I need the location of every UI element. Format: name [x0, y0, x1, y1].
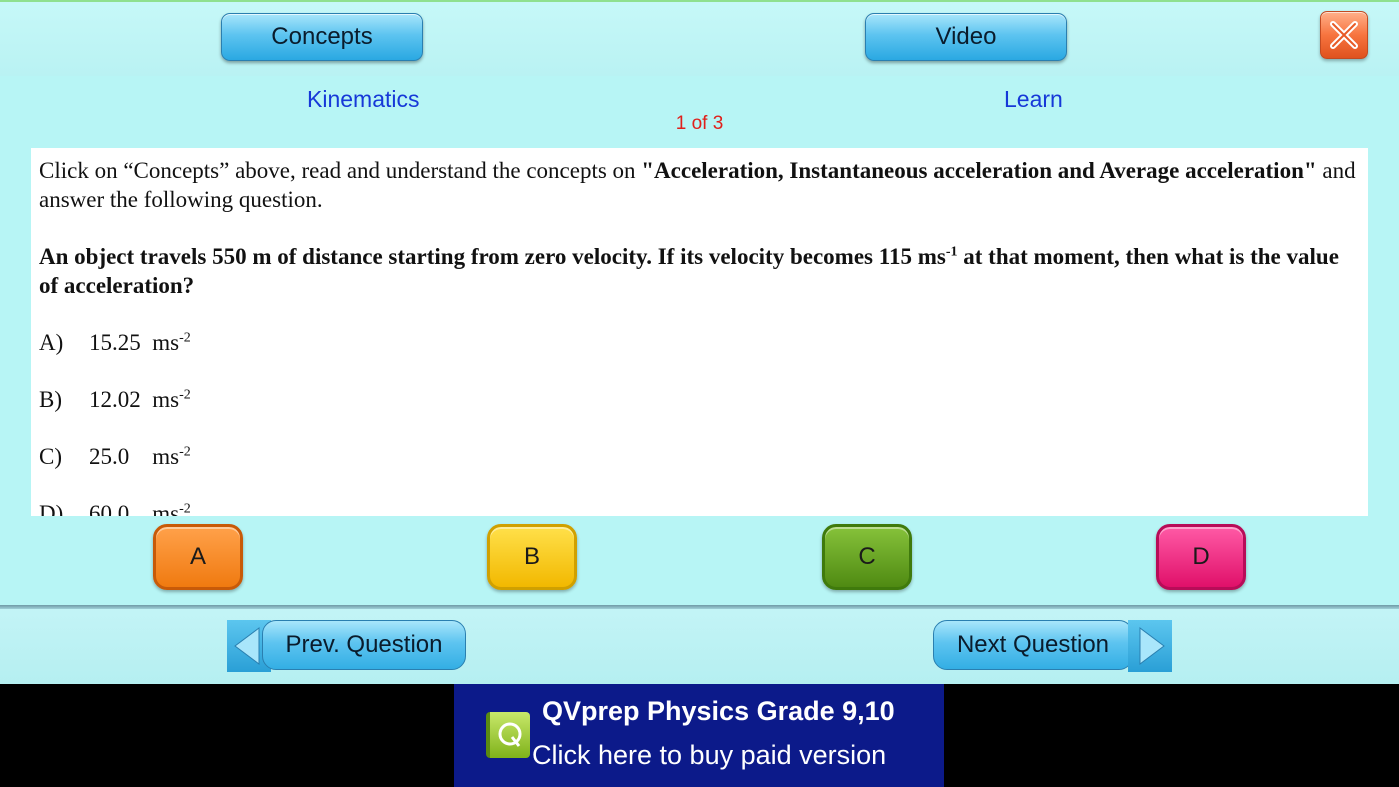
close-button[interactable] — [1320, 11, 1368, 59]
mode-label: Learn — [1004, 86, 1063, 112]
next-question-button[interactable]: Next Question — [933, 620, 1133, 670]
notebook-logo-icon — [486, 712, 530, 758]
option-value: 15.25 ms — [89, 330, 180, 355]
option-label: C) — [39, 444, 62, 469]
topic-title: Kinematics — [307, 86, 420, 112]
question-panel[interactable]: Click on “Concepts” above, read and unde… — [31, 148, 1368, 516]
option-d: D) 60.0 ms-2 — [39, 499, 1360, 516]
concepts-button[interactable]: Concepts — [221, 13, 423, 61]
option-label: B) — [39, 387, 62, 412]
answer-a-button[interactable]: A — [153, 524, 243, 590]
ad-subtitle: Click here to buy paid version — [532, 740, 887, 770]
close-x-icon — [1330, 21, 1358, 49]
video-button[interactable]: Video — [865, 13, 1067, 61]
option-label: A) — [39, 330, 64, 355]
answer-b-button[interactable]: B — [487, 524, 577, 590]
prev-question-button[interactable]: Prev. Question — [262, 620, 466, 670]
answer-c-button[interactable]: C — [822, 524, 912, 590]
option-exponent: -2 — [179, 330, 191, 346]
arrow-right-icon — [1139, 627, 1165, 665]
bottom-nav-bar — [0, 609, 1399, 684]
question-superscript: -1 — [945, 244, 958, 260]
option-value: 60.0 ms — [89, 501, 180, 516]
top-toolbar — [0, 0, 1399, 76]
ad-title: QVprep Physics Grade 9,10 — [542, 696, 895, 726]
option-c: C) 25.0 ms-2 — [39, 442, 1360, 471]
intro-topic: "Acceleration, Instantaneous acceleratio… — [641, 158, 1317, 183]
question-text-start: An object travels 550 m of distance star… — [39, 244, 946, 269]
option-value: 12.02 ms — [89, 387, 180, 412]
option-exponent: -2 — [179, 444, 191, 460]
ad-banner[interactable]: QVprep Physics Grade 9,10 Click here to … — [0, 684, 1399, 787]
option-b: B) 12.02 ms-2 — [39, 385, 1360, 414]
answer-d-button[interactable]: D — [1156, 524, 1246, 590]
option-exponent: -2 — [179, 501, 191, 516]
q-logo-icon — [498, 722, 522, 747]
question-counter: 1 of 3 — [675, 113, 724, 134]
option-value: 25.0 ms — [89, 444, 180, 469]
ad-content[interactable]: QVprep Physics Grade 9,10 Click here to … — [454, 684, 944, 787]
option-exponent: -2 — [179, 387, 191, 403]
option-label: D) — [39, 501, 64, 516]
option-a: A) 15.25 ms-2 — [39, 328, 1360, 357]
next-arrow-tab[interactable] — [1128, 620, 1172, 672]
question-intro: Click on “Concepts” above, read and unde… — [39, 156, 1360, 214]
intro-text: Click on “Concepts” above, read and unde… — [39, 158, 642, 183]
question-text: An object travels 550 m of distance star… — [39, 242, 1360, 300]
